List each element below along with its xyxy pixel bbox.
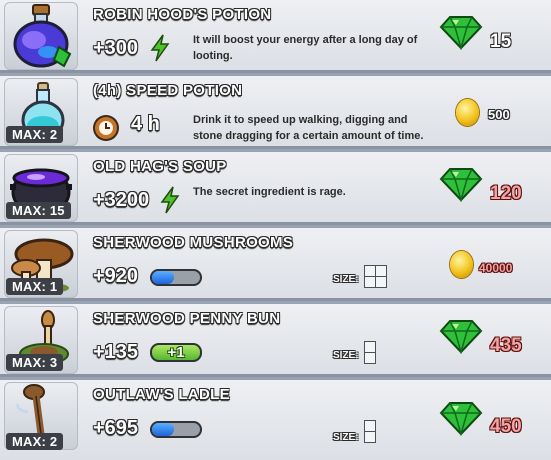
emerald-gem-icon xyxy=(439,16,483,50)
item-price: 500 xyxy=(488,107,510,122)
capacity-meter-fill xyxy=(152,423,174,436)
item-price: 450 xyxy=(490,416,522,437)
item-name: OLD HAG'S SOUP xyxy=(93,158,227,175)
shop-row-speed-potion[interactable]: MAX: 2 (4h) SPEED POTION 4 h Drink it to… xyxy=(0,76,551,149)
item-price: 120 xyxy=(490,183,522,204)
item-value: +695 xyxy=(93,417,139,439)
item-energy-value: +300 xyxy=(93,37,139,59)
item-value: +135 xyxy=(93,341,139,363)
size-grid-icon xyxy=(364,265,387,288)
shop-row-robin-hoods-potion[interactable]: ROBIN HOOD'S POTION +300 It will boost y… xyxy=(0,0,551,73)
emerald-gem-icon xyxy=(439,320,483,354)
emerald-gem-icon xyxy=(439,402,483,436)
item-price: 15 xyxy=(490,31,512,52)
capacity-meter xyxy=(150,269,202,286)
item-name: SHERWOOD MUSHROOMS xyxy=(93,234,294,251)
item-duration: 4 h xyxy=(131,113,160,135)
lightning-bolt-icon xyxy=(150,34,170,62)
item-description: Drink it to speed up walking, digging an… xyxy=(193,114,424,142)
gold-coin-icon xyxy=(456,99,479,126)
shop-row-old-hags-soup[interactable]: MAX: 15 OLD HAG'S SOUP +3200 The secret … xyxy=(0,152,551,225)
capacity-meter xyxy=(150,421,202,438)
bonus-badge: +1 xyxy=(150,343,202,362)
clock-icon xyxy=(95,117,117,139)
item-description: The secret ingredient is rage. xyxy=(193,186,346,198)
item-name: (4h) SPEED POTION xyxy=(93,82,243,99)
capacity-meter-fill xyxy=(152,271,174,284)
item-name: SHERWOOD PENNY BUN xyxy=(93,310,281,327)
max-quantity-badge: MAX: 1 xyxy=(6,278,64,295)
shop-row-sherwood-mushrooms[interactable]: MAX: 1 SHERWOOD MUSHROOMS +920 SIZE: 400… xyxy=(0,228,551,301)
gold-coin-icon xyxy=(450,251,473,278)
item-value: +920 xyxy=(93,265,139,287)
shop-row-sherwood-penny-bun[interactable]: MAX: 3 SHERWOOD PENNY BUN +135 +1 SIZE: … xyxy=(0,304,551,377)
max-quantity-badge: MAX: 2 xyxy=(6,126,64,143)
robin-hoods-potion-image xyxy=(4,2,78,70)
size-label: SIZE: xyxy=(333,350,359,361)
max-quantity-badge: MAX: 15 xyxy=(6,202,71,219)
lightning-bolt-icon xyxy=(160,186,180,214)
size-label: SIZE: xyxy=(333,274,359,285)
item-name: OUTLAW'S LADLE xyxy=(93,386,230,403)
size-grid-icon xyxy=(364,420,376,443)
shop-item-list: ROBIN HOOD'S POTION +300 It will boost y… xyxy=(0,0,551,460)
size-grid-icon xyxy=(364,341,376,364)
item-name: ROBIN HOOD'S POTION xyxy=(93,6,272,23)
item-energy-value: +3200 xyxy=(93,189,150,211)
item-price: 40000 xyxy=(479,261,513,275)
shop-row-outlaws-ladle[interactable]: MAX: 2 OUTLAW'S LADLE +695 SIZE: 450 xyxy=(0,380,551,460)
max-quantity-badge: MAX: 3 xyxy=(6,354,64,371)
size-label: SIZE: xyxy=(333,432,359,443)
item-description: It will boost your energy after a long d… xyxy=(193,34,418,62)
item-price: 435 xyxy=(490,335,522,356)
emerald-gem-icon xyxy=(439,168,483,202)
max-quantity-badge: MAX: 2 xyxy=(6,433,64,450)
